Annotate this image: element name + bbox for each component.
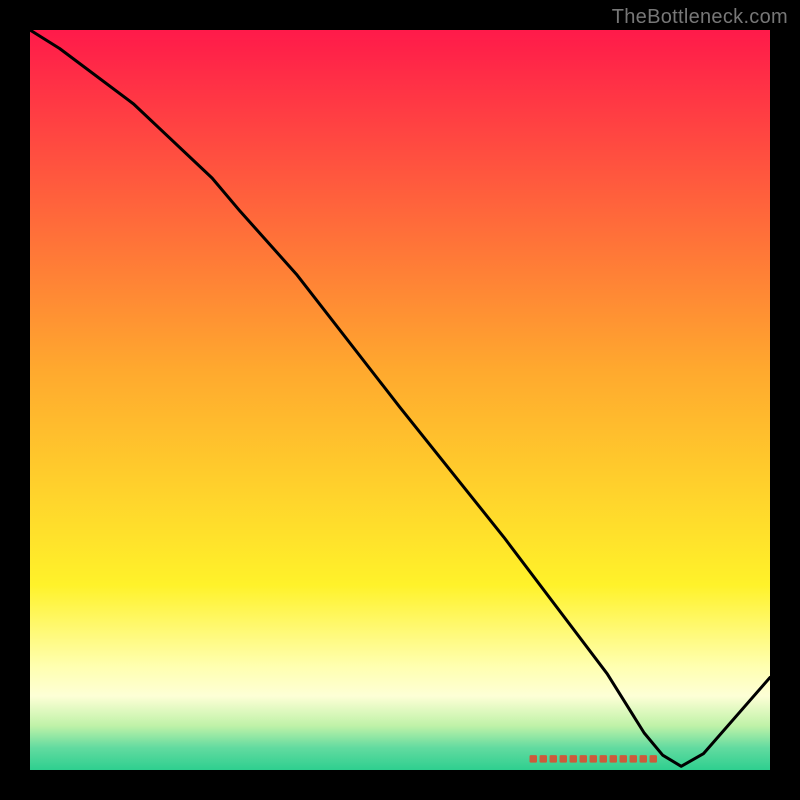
optimal-marker-dot bbox=[560, 755, 568, 763]
optimal-marker-dot bbox=[610, 755, 618, 763]
chart-svg bbox=[30, 30, 770, 770]
optimal-marker-dot bbox=[630, 755, 638, 763]
watermark-text: TheBottleneck.com bbox=[612, 6, 788, 29]
optimal-marker-dot bbox=[580, 755, 588, 763]
optimal-marker-dot bbox=[640, 755, 648, 763]
optimal-marker-dot bbox=[570, 755, 578, 763]
optimal-marker-dot bbox=[530, 755, 538, 763]
optimal-marker-dot bbox=[540, 755, 548, 763]
optimal-marker-dot bbox=[650, 755, 658, 763]
optimal-marker-dot bbox=[620, 755, 628, 763]
optimal-marker-dot bbox=[600, 755, 608, 763]
chart-container: TheBottleneck.com bbox=[0, 0, 800, 800]
optimal-marker-dot bbox=[550, 755, 558, 763]
gradient-background bbox=[30, 30, 770, 770]
optimal-marker-dot bbox=[590, 755, 598, 763]
plot-area bbox=[30, 30, 770, 770]
